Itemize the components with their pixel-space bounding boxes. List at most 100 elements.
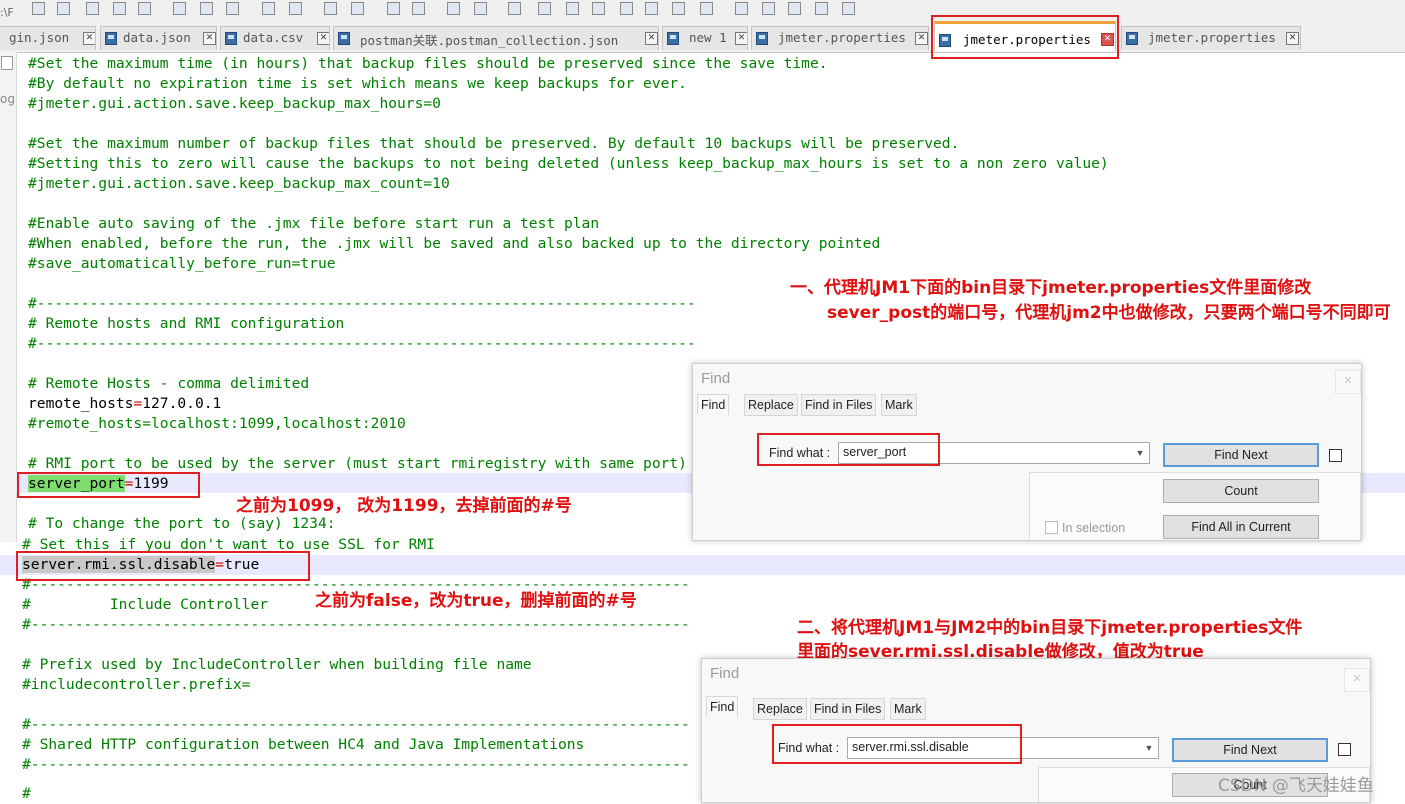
find-next-button[interactable]: Find Next <box>1163 443 1319 467</box>
find-icon[interactable] <box>324 2 337 15</box>
cut-icon[interactable] <box>173 2 186 15</box>
folder-workspace-icon[interactable] <box>672 2 685 15</box>
tab-mark[interactable]: Mark <box>890 698 926 720</box>
sync-h-icon[interactable] <box>474 2 487 15</box>
backward-checkbox[interactable] <box>1329 449 1342 462</box>
code-line: #Set the maximum time (in hours) that ba… <box>28 55 828 72</box>
server-port-highlight-box <box>17 472 200 498</box>
annotation-3: 之前为false，改为true，删掉前面的#号 <box>315 591 637 611</box>
tab-find-in-files[interactable]: Find in Files <box>810 698 886 720</box>
code-line: #---------------------------------------… <box>22 616 690 633</box>
code-line: #---------------------------------------… <box>22 716 690 733</box>
code-line: #jmeter.gui.action.save.keep_backup_max_… <box>28 175 450 192</box>
dialog-title: Find <box>710 665 740 682</box>
tab-label: new 1 <box>689 30 727 45</box>
zoom-out-icon[interactable] <box>412 2 425 15</box>
monitor-icon[interactable] <box>700 2 713 15</box>
code-line: #When enabled, before the run, the .jmx … <box>28 235 881 252</box>
redo-icon[interactable] <box>289 2 302 15</box>
zoom-in-icon[interactable] <box>387 2 400 15</box>
close-icon[interactable]: ✕ <box>915 32 928 45</box>
paste-icon[interactable] <box>226 2 239 15</box>
in-selection-label: In selection <box>1062 521 1126 535</box>
file-icon <box>105 32 117 45</box>
tab-find-in-files[interactable]: Find in Files <box>801 394 877 416</box>
tab-data-csv[interactable]: data.csv ✕ <box>220 26 330 50</box>
close-icon[interactable]: ✕ <box>645 32 658 45</box>
wrap-icon[interactable] <box>508 2 521 15</box>
sync-v-icon[interactable] <box>447 2 460 15</box>
play-macro-icon[interactable] <box>788 2 801 15</box>
copy-icon[interactable] <box>200 2 213 15</box>
close-icon[interactable]: ✕ <box>1286 32 1299 45</box>
find-all-current-button[interactable]: Find All in Current <box>1163 515 1319 539</box>
file-icon <box>225 32 237 45</box>
tab-jmeter-properties-3[interactable]: jmeter.properties ✕ <box>1121 26 1301 50</box>
save-icon[interactable] <box>86 2 99 15</box>
close-icon[interactable]: ✕ <box>203 32 216 45</box>
find-next-button[interactable]: Find Next <box>1172 738 1328 762</box>
run-macro-icon[interactable] <box>815 2 828 15</box>
tab-label: jmeter.properties <box>778 30 906 45</box>
code-line: # Shared HTTP configuration between HC4 … <box>22 736 585 753</box>
close-icon[interactable]: ✕ <box>735 32 747 45</box>
tab-postman-collection[interactable]: postman关联.postman_collection.json ✕ <box>333 26 659 50</box>
toolbar <box>0 0 1405 19</box>
code-line: #save_automatically_before_run=true <box>28 255 336 272</box>
file-icon <box>1126 32 1138 45</box>
open-file-icon[interactable] <box>57 2 70 15</box>
side-file-icon <box>1 56 13 70</box>
close-icon[interactable]: ✕ <box>83 32 95 45</box>
watermark: CSDN @飞天娃娃鱼 <box>1218 776 1374 796</box>
annotation-4-line1: 二、将代理机JM1与JM2中的bin目录下jmeter.properties文件 <box>797 618 1303 638</box>
tab-jmeter-properties-1[interactable]: jmeter.properties ✕ <box>751 26 929 50</box>
find-what-highlight-box-1 <box>757 433 940 466</box>
file-icon <box>338 32 350 45</box>
function-list-icon[interactable] <box>645 2 658 15</box>
save-all-icon[interactable] <box>113 2 126 15</box>
file-icon <box>667 32 679 45</box>
lang-icon[interactable] <box>592 2 605 15</box>
stop-macro-icon[interactable] <box>762 2 775 15</box>
code-line: # Prefix used by IncludeController when … <box>22 656 532 673</box>
close-icon[interactable]: ✕ <box>1344 668 1370 692</box>
show-all-icon[interactable] <box>538 2 551 15</box>
count-button[interactable]: Count <box>1163 479 1319 503</box>
code-line: #Setting this to zero will cause the bac… <box>28 155 1109 172</box>
operator: = <box>133 395 143 412</box>
tab-mark[interactable]: Mark <box>881 394 917 416</box>
doc-map-icon[interactable] <box>620 2 633 15</box>
chevron-down-icon[interactable]: ▼ <box>1133 443 1147 463</box>
code-line: #---------------------------------------… <box>22 756 690 773</box>
tab-find[interactable]: Find <box>697 394 730 415</box>
tab-data-json[interactable]: data.json ✕ <box>100 26 217 50</box>
code-line: # Include Controller <box>22 596 269 613</box>
new-file-icon[interactable] <box>32 2 45 15</box>
save-macro-icon[interactable] <box>842 2 855 15</box>
annotation-1-line2: sever_post的端口号，代理机jm2中也做修改，只要两个端口号不同即可 <box>827 303 1391 323</box>
replace-icon[interactable] <box>351 2 364 15</box>
close-icon[interactable]: ✕ <box>1335 370 1361 394</box>
code-line: #remote_hosts=localhost:1099,localhost:2… <box>28 415 406 432</box>
tab-new-1[interactable]: new 1 ✕ <box>662 26 748 50</box>
record-macro-icon[interactable] <box>735 2 748 15</box>
tab-find[interactable]: Find <box>706 696 739 717</box>
print-icon[interactable] <box>138 2 151 15</box>
code-line: # Remote hosts and RMI configuration <box>28 315 345 332</box>
undo-icon[interactable] <box>262 2 275 15</box>
code-line: # RMI port to be used by the server (mus… <box>28 455 687 472</box>
indent-guide-icon[interactable] <box>566 2 579 15</box>
tab-gin-json[interactable]: gin.json ✕ <box>0 26 96 50</box>
annotation-2: 之前为1099， 改为1199，去掉前面的#号 <box>236 496 572 516</box>
code-line: #By default no expiration time is set wh… <box>28 75 687 92</box>
tab-replace[interactable]: Replace <box>744 394 798 416</box>
code-line: #Enable auto saving of the .jmx file bef… <box>28 215 600 232</box>
side-panel-fragment: :\F og <box>0 6 17 542</box>
in-selection-checkbox[interactable] <box>1045 521 1058 534</box>
chevron-down-icon[interactable]: ▼ <box>1142 738 1156 758</box>
tab-label: data.json <box>123 30 191 45</box>
tab-replace[interactable]: Replace <box>753 698 807 720</box>
close-icon[interactable]: ✕ <box>317 32 329 45</box>
code-line: #---------------------------------------… <box>28 335 696 352</box>
backward-checkbox[interactable] <box>1338 743 1351 756</box>
